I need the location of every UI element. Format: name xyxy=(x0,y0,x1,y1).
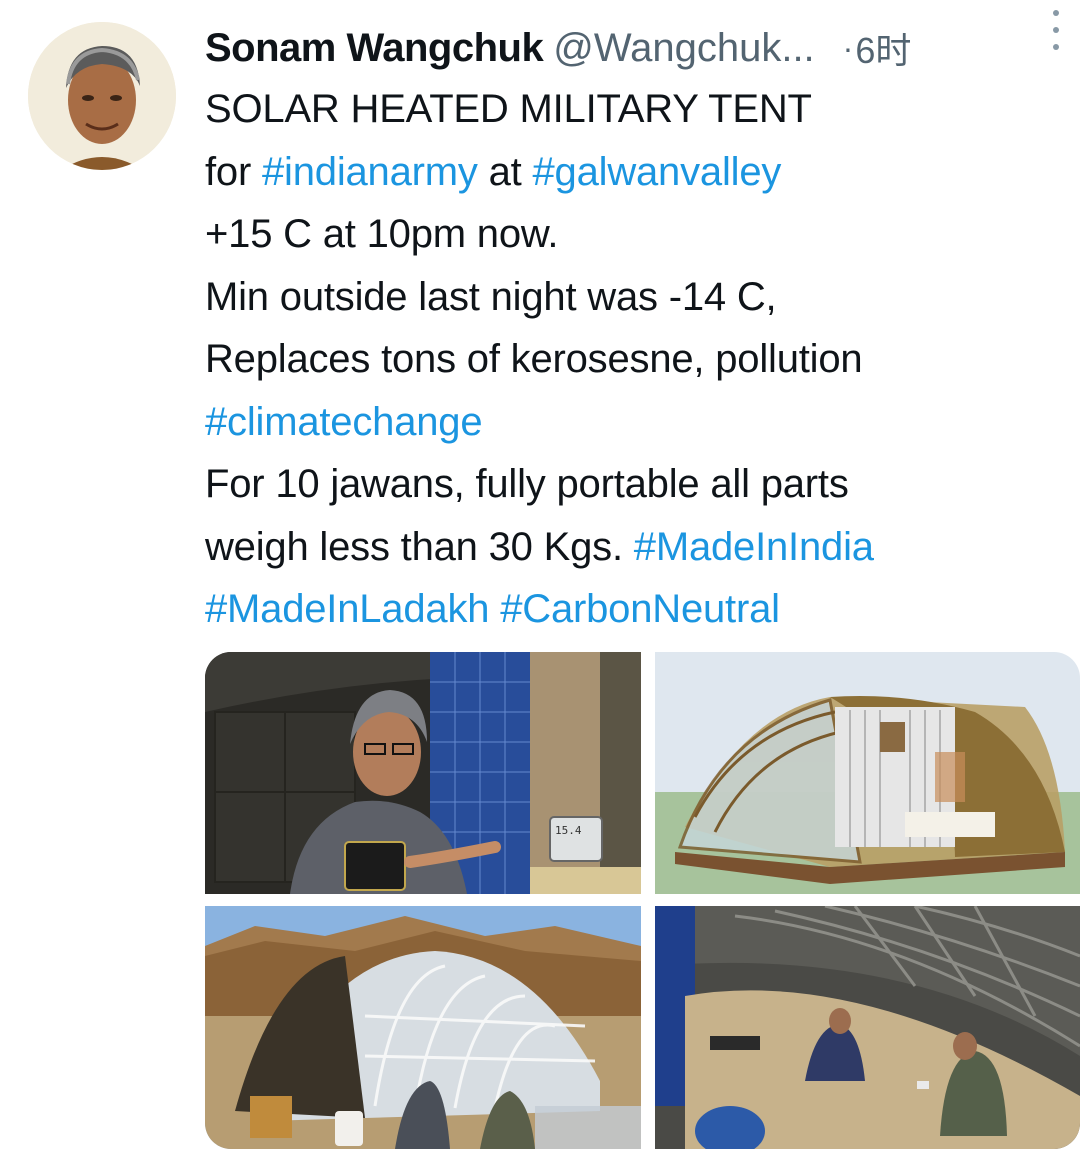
author-display-name[interactable]: Sonam Wangchuk xyxy=(205,26,544,71)
hashtag-link[interactable]: #CarbonNeutral xyxy=(500,587,780,631)
thermometer-reading: 15.4 xyxy=(555,824,582,837)
tweet-line: Replaces tons of kerosesne, pollution xyxy=(205,328,1065,391)
author-handle[interactable]: @Wangchuk... xyxy=(553,26,814,71)
hashtag-link[interactable]: #galwanvalley xyxy=(533,150,782,194)
tweet[interactable]: Sonam Wangchuk @Wangchuk... · 6时 SOLAR H… xyxy=(0,0,1080,1152)
tweet-line: +15 C at 10pm now. xyxy=(205,203,1065,266)
illustration-tent-3d-model[interactable] xyxy=(655,652,1080,894)
hashtag-link[interactable]: #MadeInLadakh xyxy=(205,587,489,631)
hashtag-link[interactable]: #MadeInIndia xyxy=(634,525,874,569)
tweet-text-segment: +15 C at 10pm now. xyxy=(205,212,559,256)
tweet-text-segment: Min outside last night was -14 C, xyxy=(205,274,777,319)
tweet-line: weigh less than 30 Kgs. #MadeInIndia xyxy=(205,516,1065,579)
tweet-timestamp[interactable]: 6时 xyxy=(855,22,911,74)
media-grid: 15.4 xyxy=(205,652,1080,1149)
tweet-line: SOLAR HEATED MILITARY TENT xyxy=(205,78,1065,141)
avatar[interactable] xyxy=(28,22,176,170)
avatar-portrait xyxy=(28,22,176,170)
tweet-text-segment: at xyxy=(477,149,533,194)
tweet-text-segment: For 10 jawans, fully portable all parts xyxy=(205,462,849,506)
tweet-line: for #indianarmy at #galwanvalley xyxy=(205,141,1065,204)
header-separator: · xyxy=(842,29,854,66)
tweet-text: SOLAR HEATED MILITARY TENT for #indianarm… xyxy=(205,78,1065,641)
hashtag-link[interactable]: #indianarmy xyxy=(262,150,478,194)
tweet-text-segment: for xyxy=(205,149,262,194)
tweet-text-segment: SOLAR HEATED MILITARY TENT xyxy=(205,87,812,131)
more-options-icon[interactable] xyxy=(1046,10,1066,50)
tweet-line: For 10 jawans, fully portable all parts xyxy=(205,453,1065,516)
tweet-line: #climatechange xyxy=(205,391,1065,454)
tweet-line: #MadeInLadakh #CarbonNeutral xyxy=(205,578,1065,641)
tweet-line: Min outside last night was -14 C, xyxy=(205,266,1065,329)
tweet-header: Sonam Wangchuk @Wangchuk... · 6时 xyxy=(205,18,1080,78)
tweet-text-segment: weigh less than 30 Kgs. xyxy=(205,524,634,569)
tweet-text-segment: Replaces tons of kerosesne, pollution xyxy=(205,337,863,381)
hashtag-link[interactable]: #climatechange xyxy=(205,400,483,444)
photo-man-in-tent-with-thermometer[interactable]: 15.4 xyxy=(205,652,641,894)
tweet-text-segment xyxy=(489,587,500,631)
photo-tent-interior-soldiers[interactable] xyxy=(655,906,1080,1149)
photo-tent-exterior-mountains[interactable] xyxy=(205,906,641,1149)
